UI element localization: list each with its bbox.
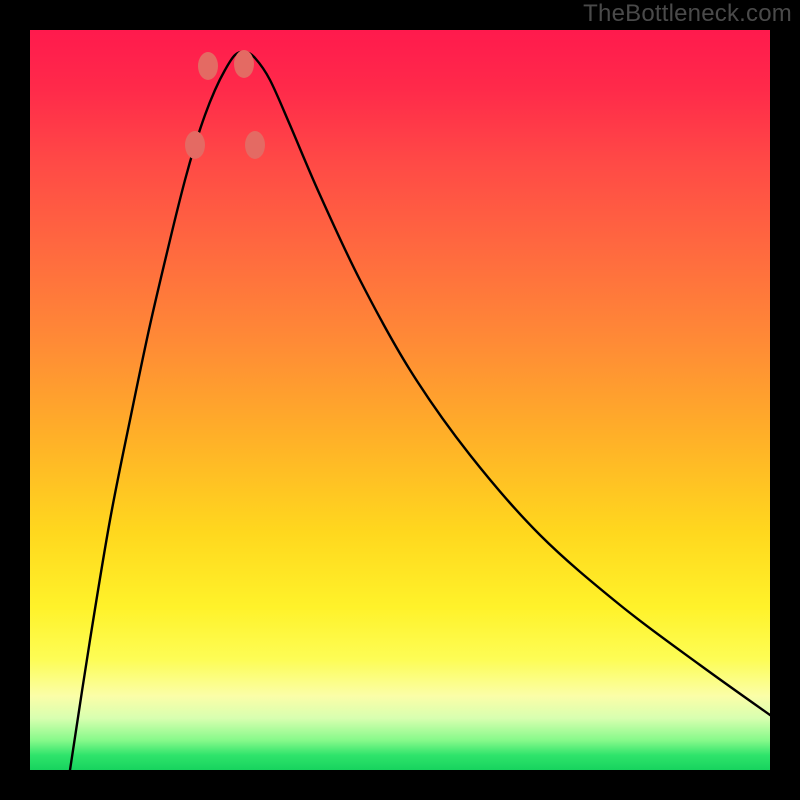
curve-marker <box>198 52 218 80</box>
curve-markers <box>185 50 265 159</box>
curve-marker <box>245 131 265 159</box>
watermark-text: TheBottleneck.com <box>583 0 792 28</box>
chart-plot-area <box>30 30 770 770</box>
curve-marker <box>234 50 254 78</box>
chart-svg <box>30 30 770 770</box>
curve-marker <box>185 131 205 159</box>
bottleneck-curve-path <box>70 52 770 770</box>
